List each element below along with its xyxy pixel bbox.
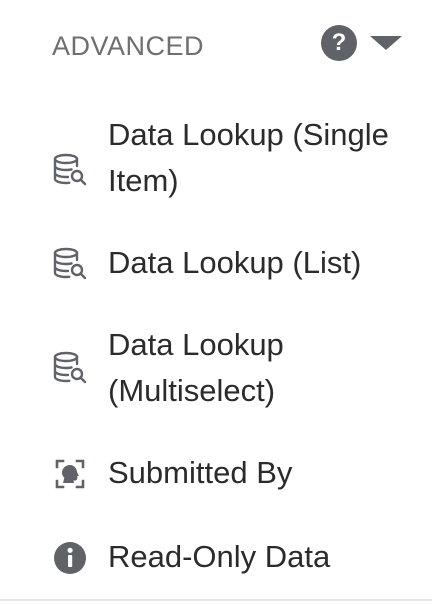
field-item-label: Data Lookup (List) [108,245,362,280]
advanced-fields-panel: ADVANCED ? Data Lookup (Single Item) Dat… [0,0,432,604]
field-item-data-lookup-single[interactable]: Data Lookup (Single Item) [0,112,432,208]
section-title: ADVANCED [52,31,205,61]
field-item-label: Submitted By [108,455,293,490]
person-scan-icon [55,459,85,489]
help-icon[interactable]: ? [321,25,357,61]
field-item-read-only-data[interactable]: Read-Only Data [0,534,432,582]
field-item-submitted-by[interactable]: Submitted By [0,450,432,498]
field-item-label: Data Lookup (Multiselect) [108,327,284,408]
field-item-data-lookup-multiselect[interactable]: Data Lookup (Multiselect) [0,322,432,418]
help-icon-glyph: ? [331,29,347,56]
caret-down-icon[interactable] [368,35,404,51]
field-item-label: Read-Only Data [108,539,331,574]
field-item-label: Data Lookup (Single Item) [108,117,389,198]
database-search-icon [53,153,87,186]
database-search-icon [53,247,87,280]
database-search-icon [53,351,87,384]
divider [0,599,432,601]
field-item-data-lookup-list[interactable]: Data Lookup (List) [0,240,432,288]
section-header[interactable]: ADVANCED ? [0,0,432,92]
info-icon [54,542,86,574]
